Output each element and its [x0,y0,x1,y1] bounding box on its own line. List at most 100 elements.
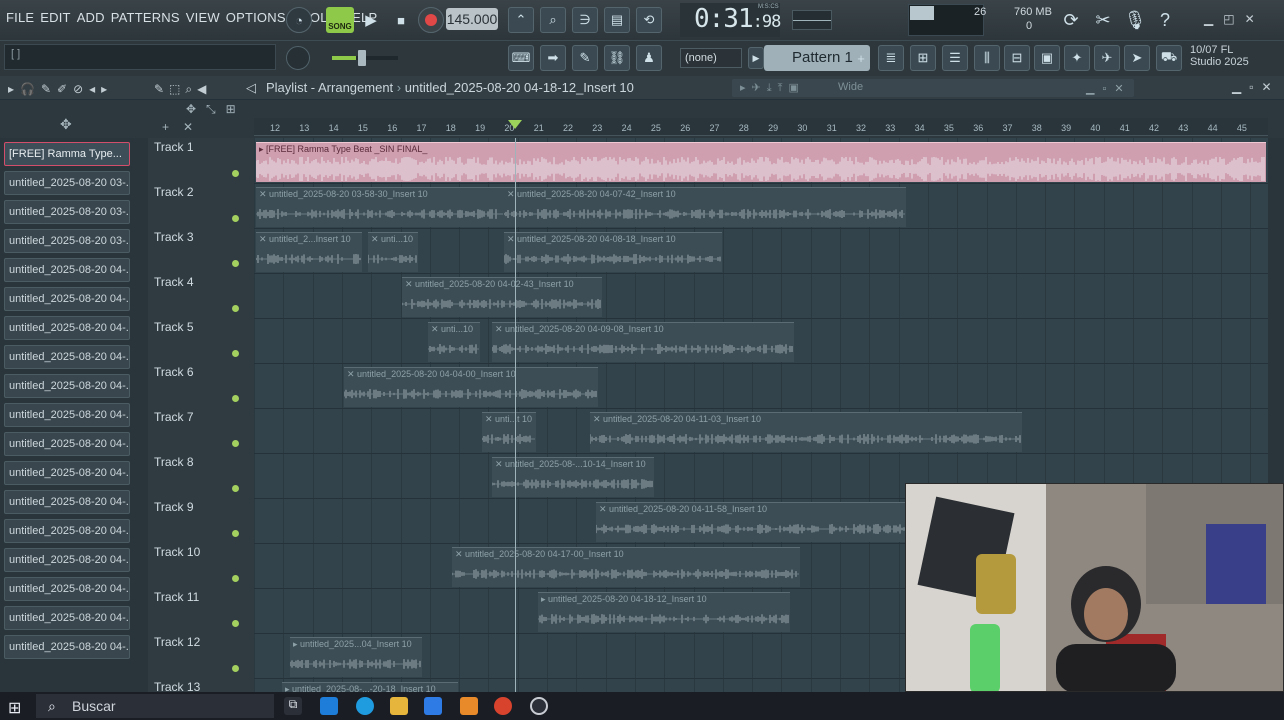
master-volume-knob-icon[interactable] [286,46,310,70]
track-name[interactable]: Track 10 [154,545,200,559]
song-mode-button[interactable]: SONG [326,7,354,33]
audio-clip[interactable]: ✕ untitled_2...Insert 10 [256,232,362,272]
stamp-icon[interactable]: ♟ [636,45,662,71]
channel-item[interactable]: untitled_2025-08-20 04-... [4,490,130,514]
audio-clip[interactable]: ▸ [FREE] Ramma Type Beat _SIN FINAL_ [256,142,1266,182]
zoom-tools-icon[interactable]: ✎⬚⌕◀ [154,82,211,97]
track-name[interactable]: Track 9 [154,500,194,514]
loop-record-icon[interactable]: ⟲ [636,7,662,33]
metronome-icon[interactable]: ⌃ [508,7,534,33]
play-icon[interactable]: ▶ [358,7,384,33]
channel-item[interactable]: untitled_2025-08-20 03-... [4,229,130,253]
track-enable-icon[interactable] [232,170,239,177]
record-icon[interactable] [418,7,444,33]
track-name[interactable]: Track 2 [154,185,194,199]
chrome-icon[interactable] [494,697,512,715]
playlist-tools-icon[interactable]: ▸🎧✎✐⊘◂▸ [8,82,113,96]
channel-item[interactable]: untitled_2025-08-20 04-... [4,577,130,601]
task-view-icon[interactable]: ⧉ [284,697,302,715]
track-name[interactable]: Track 4 [154,275,194,289]
stop-icon[interactable]: ■ [388,7,414,33]
ruler-tools-icon[interactable]: ✥⤡⊞ [186,102,246,117]
tempo-display[interactable]: 145.000 [446,8,498,30]
refresh-icon[interactable]: ⟳ [1058,7,1084,33]
fl-studio-icon[interactable] [460,697,478,715]
pattern-selector[interactable]: (none) [680,48,742,68]
channel-item[interactable]: untitled_2025-08-20 03-... [4,171,130,195]
audio-clip[interactable]: ✕ untitled_2025-08-20 04-17-00_Insert 10 [452,547,800,587]
menu-view[interactable]: VIEW [186,10,220,25]
link-icon[interactable]: ⛓ [604,45,630,71]
plugin-icon[interactable]: ✦ [1064,45,1090,71]
edge-icon[interactable] [356,697,374,715]
mail-icon[interactable] [424,697,442,715]
audio-clip[interactable]: ✕ untitled_2025-08-20 03-58-30_Insert 10 [256,187,504,227]
track-name[interactable]: Track 8 [154,455,194,469]
menu-add[interactable]: ADD [77,10,105,25]
audio-clip[interactable]: ✕ unti...10 [428,322,480,362]
track-enable-icon[interactable] [232,620,239,627]
channel-item[interactable]: untitled_2025-08-20 04-... [4,606,130,630]
typing-keyboard-icon[interactable]: ⌨ [508,45,534,71]
tools-icon[interactable]: ✂ [1090,7,1116,33]
track-enable-icon[interactable] [232,260,239,267]
store-icon[interactable] [320,697,338,715]
mixer-icon[interactable]: ⫼ [974,45,1000,71]
track-enable-icon[interactable] [232,215,239,222]
playlist-back-icon[interactable]: ◁ [246,80,256,96]
project-icon[interactable]: ▣ [1034,45,1060,71]
app-window-controls-icon[interactable]: ▁▫✕ [1232,80,1280,94]
audio-clip[interactable]: ✕ unti...10 [368,232,418,272]
channel-rack-icon[interactable]: ☰ [942,45,968,71]
menu-edit[interactable]: EDIT [40,10,70,25]
pattern-prev-icon[interactable]: ▶ [748,47,764,69]
cpu-knob-icon[interactable]: ◔ [286,7,312,33]
channel-item[interactable]: untitled_2025-08-20 04-... [4,403,130,427]
channel-item[interactable]: [FREE] Ramma Type... [4,142,130,166]
audio-clip[interactable]: ✕ untitled_2025-08-20 04-07-42_Insert 10 [504,187,906,227]
wait-for-input-icon[interactable]: ⌕ [540,7,566,33]
taskbar-search[interactable]: Buscar [36,694,274,718]
track-enable-icon[interactable] [232,305,239,312]
playhead-marker-icon[interactable] [508,120,522,129]
track-enable-icon[interactable] [232,665,239,672]
arrow-right-icon[interactable]: ➡ [540,45,566,71]
playlist-window-controls-icon[interactable]: ▁▫✕ [1086,82,1132,95]
timeline-ruler[interactable] [254,118,1268,136]
help-icon[interactable]: ? [1152,7,1178,33]
browser-icon[interactable]: ⊟ [1004,45,1030,71]
track-name[interactable]: Track 3 [154,230,194,244]
channel-item[interactable]: untitled_2025-08-20 04-... [4,635,130,659]
windows-start-icon[interactable]: ⊞ [8,698,21,718]
channel-item[interactable]: untitled_2025-08-20 04-... [4,461,130,485]
channel-item[interactable]: untitled_2025-08-20 04-... [4,287,130,311]
track-name[interactable]: Track 5 [154,320,194,334]
add-remove-icon[interactable]: +✕ [162,120,207,134]
channel-item[interactable]: untitled_2025-08-20 04-... [4,345,130,369]
track-name[interactable]: Track 7 [154,410,194,424]
audio-clip[interactable]: ▸ untitled_2025...04_Insert 10 [290,637,422,677]
shop-icon[interactable]: ⛟ [1156,45,1182,71]
add-pattern-icon[interactable]: + [852,47,870,69]
piano-roll-icon[interactable]: ⊞ [910,45,936,71]
arrow-tool-icon[interactable]: ➤ [1124,45,1150,71]
step-edit-icon[interactable]: ▤ [604,7,630,33]
channel-item[interactable]: untitled_2025-08-20 03-... [4,200,130,224]
audio-clip[interactable]: ▸ untitled_2025-08-...-20-18_Insert 10 [282,682,458,692]
track-name[interactable]: Track 6 [154,365,194,379]
track-name[interactable]: Track 1 [154,140,194,154]
playlist-icon[interactable]: ≣ [878,45,904,71]
channel-item[interactable]: untitled_2025-08-20 04-... [4,432,130,456]
menu-options[interactable]: OPTIONS [226,10,286,25]
app-icon[interactable] [530,697,548,715]
audio-clip[interactable]: ✕ untitled_2025-08-...10-14_Insert 10 [492,457,654,497]
channel-item[interactable]: untitled_2025-08-20 04-... [4,519,130,543]
track-name[interactable]: Track 11 [154,590,199,604]
channel-item[interactable]: untitled_2025-08-20 04-... [4,374,130,398]
track-enable-icon[interactable] [232,350,239,357]
audio-clip[interactable]: ✕ untitled_2025-08-20 04-09-08_Insert 10 [492,322,794,362]
countdown-icon[interactable]: ∋ [572,7,598,33]
track-enable-icon[interactable] [232,485,239,492]
track-enable-icon[interactable] [232,575,239,582]
microphone-icon[interactable]: 🎙 [1122,7,1148,33]
